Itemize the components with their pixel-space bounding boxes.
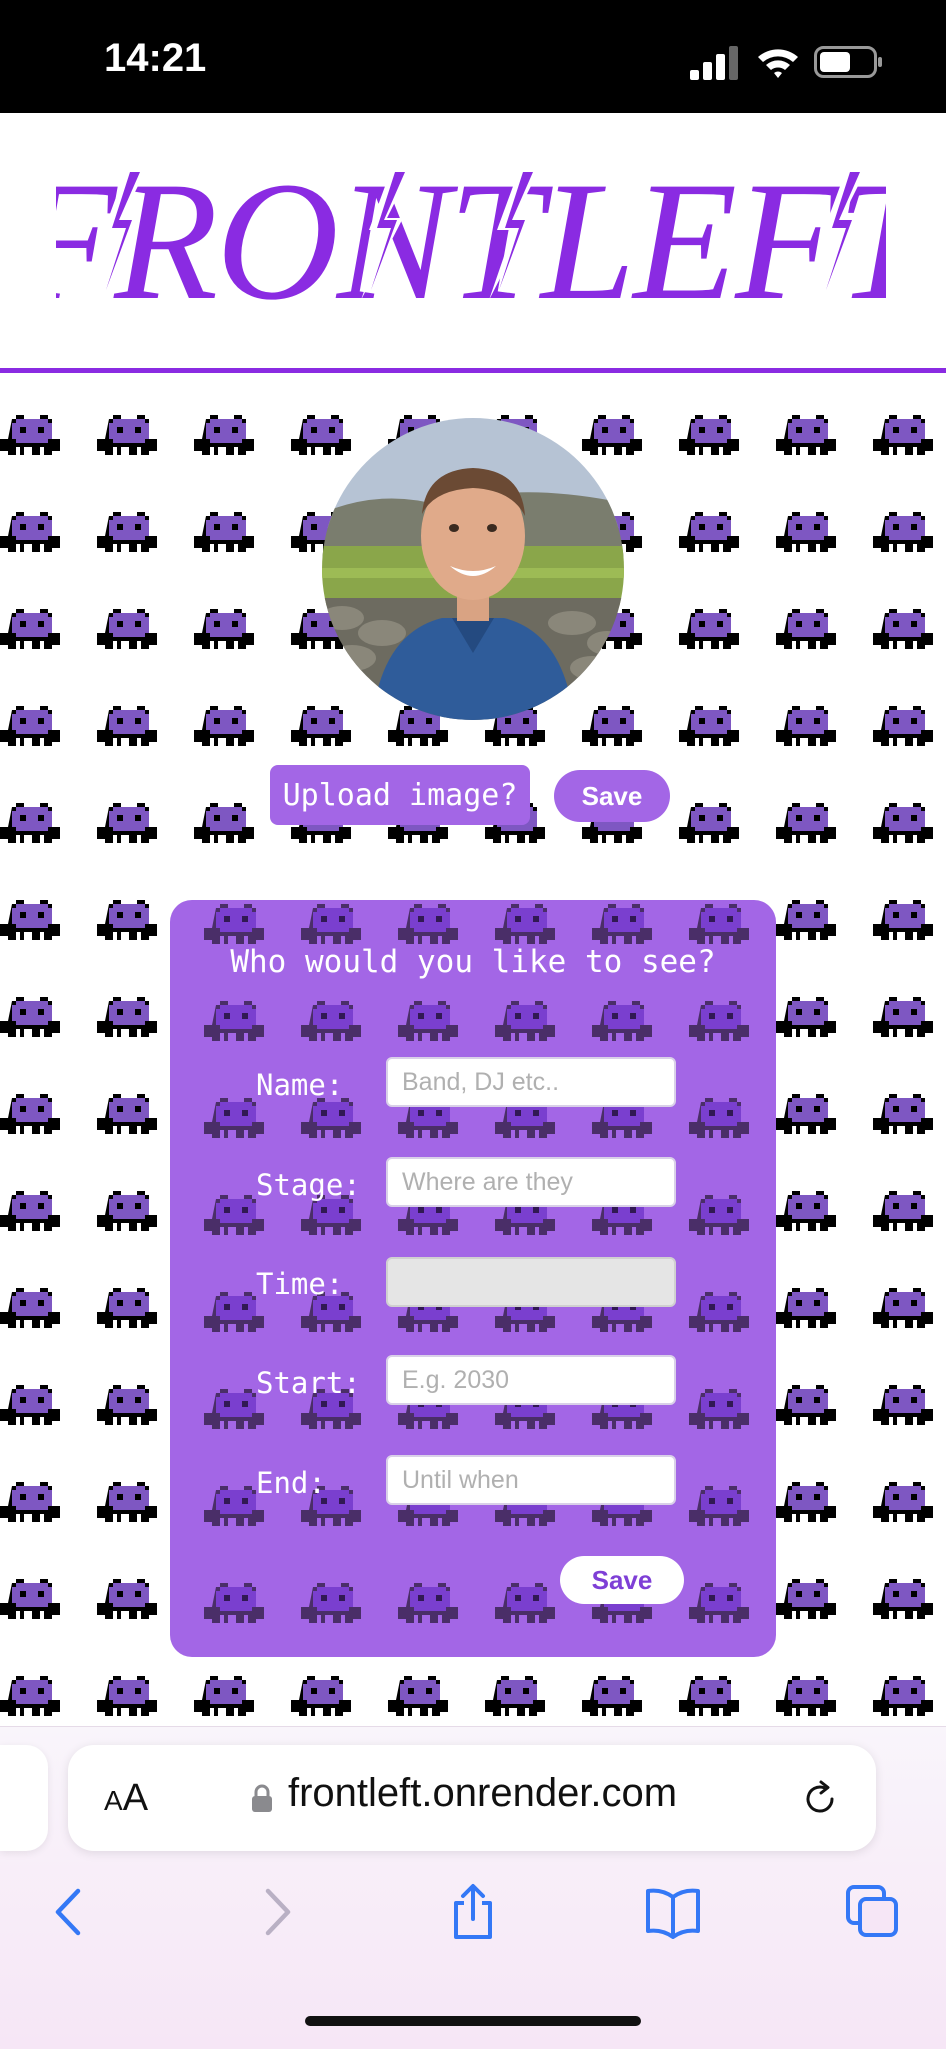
share-icon[interactable] [444,1883,502,1941]
form-save-button[interactable]: Save [560,1556,684,1604]
upload-image-button[interactable]: Upload image? [270,765,530,825]
profile-avatar[interactable] [322,418,624,720]
lock-icon [252,1784,272,1812]
bookmarks-icon[interactable] [644,1883,702,1941]
address-bar[interactable]: AA frontleft.onrender.com [68,1745,876,1851]
reload-icon[interactable] [800,1779,840,1819]
time-label: Time: [256,1267,344,1301]
home-indicator [305,2016,641,2026]
start-input[interactable] [386,1355,676,1405]
svg-text:FRONTLEFT: FRONTLEFT [56,150,886,320]
end-label: End: [256,1466,326,1500]
stage-input[interactable] [386,1157,676,1207]
stage-label: Stage: [256,1168,361,1202]
reader-text-size-button[interactable]: AA [104,1775,148,1821]
artist-form-card: Who would you like to see? Name: Stage: … [170,900,776,1657]
time-input[interactable] [386,1257,676,1307]
status-time: 14:21 [104,36,207,80]
name-label: Name: [256,1068,344,1102]
frontleft-logo[interactable]: FRONTLEFT [56,150,886,320]
back-icon[interactable] [42,1883,100,1941]
profile-save-button[interactable]: Save [554,770,670,822]
battery-icon [814,46,882,78]
reader-large-a: A [122,1777,149,1819]
start-label: Start: [256,1366,361,1400]
cellular-signal-icon [690,46,738,80]
name-input[interactable] [386,1057,676,1107]
url-text[interactable]: frontleft.onrender.com [288,1771,677,1816]
wifi-icon [758,49,798,78]
forward-icon[interactable] [246,1883,304,1941]
profile-photo-image [322,418,624,720]
form-title: Who would you like to see? [230,944,716,980]
end-input[interactable] [386,1455,676,1505]
reader-small-a: A [104,1785,123,1816]
status-bar: 14:21 [0,0,946,113]
tabs-icon[interactable] [844,1883,902,1941]
previous-tab-preview[interactable] [0,1745,48,1851]
